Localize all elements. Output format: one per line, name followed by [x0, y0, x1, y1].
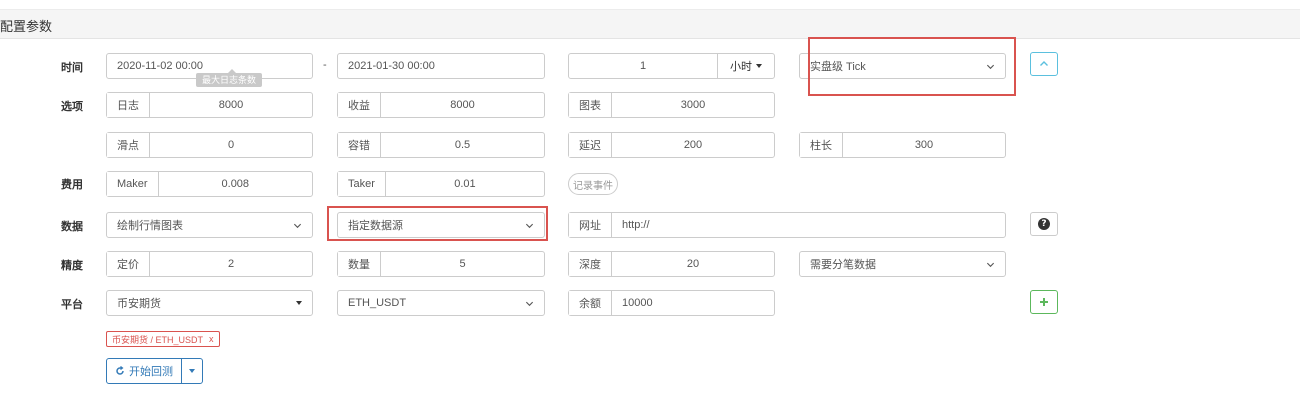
question-icon: ?	[1038, 218, 1050, 230]
period-input-group: 1 小时	[568, 53, 775, 79]
delay-addon: 延迟	[569, 133, 612, 157]
record-events-toggle[interactable]: 记录事件	[568, 173, 618, 195]
maker-fee-input[interactable]: 0.008	[159, 178, 312, 190]
caret-down-icon	[756, 64, 762, 68]
taker-fee-input[interactable]: 0.01	[386, 178, 544, 190]
amount-addon: 数量	[338, 252, 381, 276]
chart-input-group: 图表 3000	[568, 92, 775, 118]
start-backtest-button[interactable]: 开始回测	[107, 359, 182, 383]
log-addon: 日志	[107, 93, 150, 117]
balance-input-group: 余额 10000	[568, 290, 775, 316]
caret-down-icon	[296, 301, 302, 305]
row-label-options: 选项	[61, 101, 83, 113]
profit-input-group: 收益 8000	[337, 92, 545, 118]
chart-input[interactable]: 3000	[612, 99, 774, 111]
balance-input[interactable]: 10000	[612, 297, 774, 309]
taker-fee-input-group: Taker 0.01	[337, 171, 545, 197]
start-backtest-split-button: 开始回测	[106, 358, 203, 384]
caret-down-icon	[189, 369, 195, 373]
bar-length-input[interactable]: 300	[843, 139, 1005, 151]
platform-tag-label: 币安期货 / ETH_USDT	[112, 334, 204, 345]
depth-input-group: 深度 20	[568, 251, 775, 277]
row-label-fees: 费用	[61, 179, 83, 191]
time-separator: -	[323, 59, 327, 71]
period-unit-dropdown[interactable]: 小时	[718, 58, 774, 74]
amount-precision-input[interactable]: 5	[381, 258, 544, 270]
url-input-group: 网址 http://	[568, 212, 1006, 238]
maker-fee-input-group: Maker 0.008	[106, 171, 313, 197]
profit-addon: 收益	[338, 93, 381, 117]
section-title: 配置参数	[0, 19, 53, 34]
taker-addon: Taker	[338, 172, 386, 196]
tick-data-select[interactable]: 需要分笔数据	[799, 251, 1006, 277]
period-unit-label: 小时	[730, 61, 752, 73]
chevron-down-icon	[525, 301, 534, 306]
depth-input[interactable]: 20	[612, 258, 774, 270]
record-events-label: 记录事件	[573, 180, 613, 192]
chart-mode-select[interactable]: 绘制行情图表	[106, 212, 313, 238]
balance-addon: 余额	[569, 291, 612, 315]
depth-addon: 深度	[569, 252, 612, 276]
url-addon: 网址	[569, 213, 612, 237]
bar-length-input-group: 柱长 300	[799, 132, 1006, 158]
delay-input-group: 延迟 200	[568, 132, 775, 158]
slippage-input[interactable]: 0	[150, 139, 312, 151]
collapse-button[interactable]	[1030, 52, 1058, 76]
price-precision-input-group: 定价 2	[106, 251, 313, 277]
row-label-platform: 平台	[61, 299, 83, 311]
platform-tag: 币安期货 / ETH_USDT x	[106, 331, 220, 347]
maker-addon: Maker	[107, 172, 159, 196]
row-label-time: 时间	[61, 62, 83, 74]
chevron-down-icon	[293, 223, 302, 228]
backtest-options-dropdown[interactable]	[182, 359, 202, 383]
section-header	[0, 9, 1300, 39]
chevron-down-icon	[986, 262, 995, 267]
row-label-precision: 精度	[61, 260, 83, 272]
amount-precision-input-group: 数量 5	[337, 251, 545, 277]
start-time-value: 2020-11-02 00:00	[117, 60, 204, 72]
chart-mode-value: 绘制行情图表	[117, 220, 183, 232]
chart-addon: 图表	[569, 93, 612, 117]
plus-icon	[1040, 298, 1048, 306]
tolerance-input[interactable]: 0.5	[381, 139, 544, 151]
log-input-group: 日志 8000	[106, 92, 313, 118]
pair-value: ETH_USDT	[348, 297, 407, 309]
tag-close-button[interactable]: x	[209, 334, 214, 344]
price-precision-input[interactable]: 2	[150, 258, 312, 270]
url-input[interactable]: http://	[612, 219, 1005, 231]
exchange-value: 币安期货	[117, 298, 161, 310]
profit-input[interactable]: 8000	[381, 99, 544, 111]
slippage-input-group: 滑点 0	[106, 132, 313, 158]
tolerance-addon: 容错	[338, 133, 381, 157]
refresh-icon	[116, 366, 124, 375]
end-time-input[interactable]: 2021-01-30 00:00	[337, 53, 545, 79]
help-button[interactable]: ?	[1030, 212, 1058, 236]
exchange-select[interactable]: 币安期货	[106, 290, 313, 316]
bar-length-addon: 柱长	[800, 133, 843, 157]
chevron-up-icon	[1040, 61, 1048, 66]
tick-data-value: 需要分笔数据	[810, 259, 876, 271]
add-platform-button[interactable]	[1030, 290, 1058, 314]
row-label-data: 数据	[61, 221, 83, 233]
pair-select[interactable]: ETH_USDT	[337, 290, 545, 316]
highlight-box-data-source	[327, 206, 548, 241]
log-input[interactable]: 8000	[150, 99, 312, 111]
price-addon: 定价	[107, 252, 150, 276]
tolerance-input-group: 容错 0.5	[337, 132, 545, 158]
start-backtest-label: 开始回测	[129, 366, 173, 378]
delay-input[interactable]: 200	[612, 139, 774, 151]
slippage-addon: 滑点	[107, 133, 150, 157]
end-time-value: 2021-01-30 00:00	[348, 60, 435, 72]
highlight-box-mode	[808, 37, 1016, 96]
period-value-input[interactable]: 1	[569, 54, 718, 78]
log-tooltip: 最大日志条数	[196, 73, 263, 87]
